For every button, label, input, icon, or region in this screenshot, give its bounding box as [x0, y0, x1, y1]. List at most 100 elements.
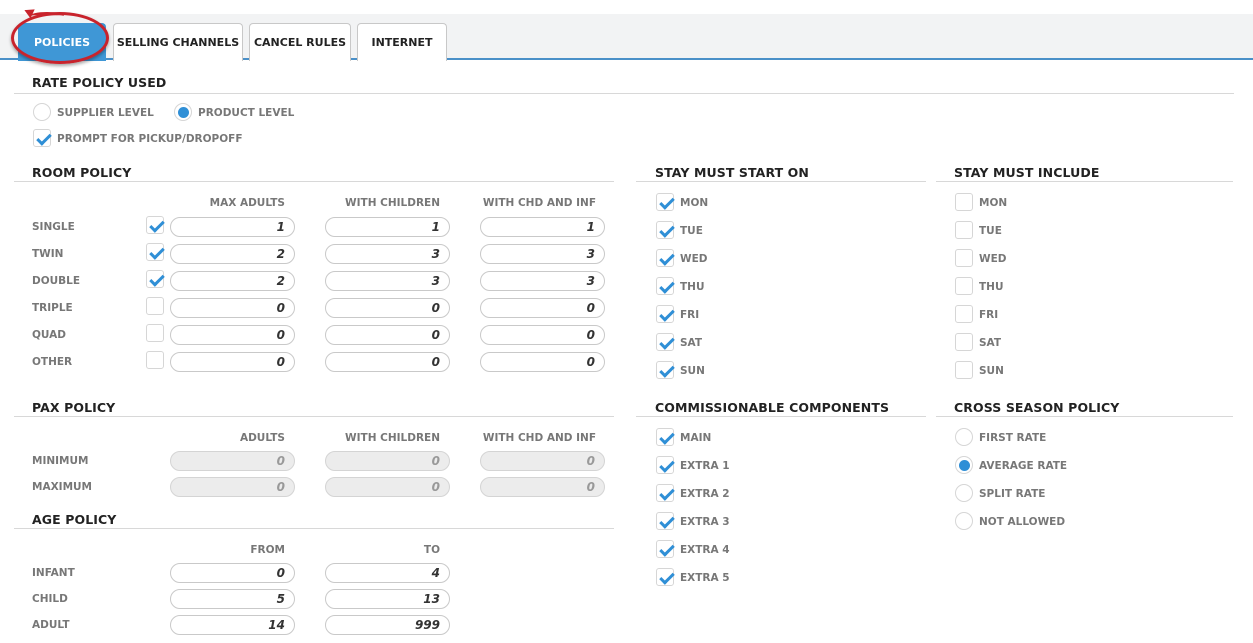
pax-maximum-input-2 [325, 477, 450, 497]
section-divider [14, 93, 1234, 94]
commissionable-checkbox-extra-3[interactable] [656, 512, 674, 530]
age-adult-input-from[interactable] [170, 615, 295, 635]
room-checkbox-twin[interactable] [146, 243, 164, 261]
stay-include-label-fri: FRI [979, 309, 999, 321]
room-checkbox-triple[interactable] [146, 297, 164, 315]
rate-policy-title: RATE POLICY USED [32, 75, 167, 90]
stay-start-checkbox-thu[interactable] [656, 277, 674, 295]
section-divider [14, 181, 614, 182]
cross-season-radio-first-rate[interactable] [955, 428, 973, 446]
cross-season-label-first-rate: FIRST RATE [979, 432, 1047, 444]
cross-season-radio-average-rate[interactable] [955, 456, 973, 474]
room-quad-input-1[interactable] [170, 325, 295, 345]
stay-start-label-fri: FRI [680, 309, 700, 321]
room-twin-input-1[interactable] [170, 244, 295, 264]
room-label-twin: TWIN [32, 248, 64, 260]
stay-start-title: STAY MUST START ON [655, 165, 809, 180]
stay-start-checkbox-wed[interactable] [656, 249, 674, 267]
age-infant-input-from[interactable] [170, 563, 295, 583]
room-triple-input-2[interactable] [325, 298, 450, 318]
stay-start-checkbox-tue[interactable] [656, 221, 674, 239]
age-infant-input-to[interactable] [325, 563, 450, 583]
commissionable-label-extra-5: EXTRA 5 [680, 572, 730, 584]
tab-policies[interactable]: POLICIES [18, 23, 106, 61]
room-double-input-3[interactable] [480, 271, 605, 291]
room-policy-title: ROOM POLICY [32, 165, 132, 180]
commissionable-checkbox-main[interactable] [656, 428, 674, 446]
stay-start-checkbox-sat[interactable] [656, 333, 674, 351]
age-label-adult: ADULT [32, 619, 70, 631]
section-divider [936, 181, 1233, 182]
room-twin-input-3[interactable] [480, 244, 605, 264]
room-checkbox-single[interactable] [146, 216, 164, 234]
room-twin-input-2[interactable] [325, 244, 450, 264]
stay-start-checkbox-mon[interactable] [656, 193, 674, 211]
commissionable-title: COMMISSIONABLE COMPONENTS [655, 400, 890, 415]
pax-header-adults: ADULTS [239, 432, 285, 444]
pax-label-maximum: MAXIMUM [32, 481, 93, 493]
stay-include-title: STAY MUST INCLUDE [954, 165, 1100, 180]
room-checkbox-other[interactable] [146, 351, 164, 369]
commissionable-label-extra-4: EXTRA 4 [680, 544, 730, 556]
cross-season-radio-split-rate[interactable] [955, 484, 973, 502]
room-header-max-adults: MAX ADULTS [209, 197, 285, 209]
stay-include-checkbox-wed[interactable] [955, 249, 973, 267]
age-label-child: CHILD [32, 593, 68, 605]
stay-include-checkbox-sun[interactable] [955, 361, 973, 379]
room-triple-input-1[interactable] [170, 298, 295, 318]
stay-include-label-thu: THU [979, 281, 1004, 293]
stay-include-label-wed: WED [979, 253, 1007, 265]
stay-include-checkbox-tue[interactable] [955, 221, 973, 239]
stay-start-checkbox-sun[interactable] [656, 361, 674, 379]
room-double-input-1[interactable] [170, 271, 295, 291]
room-other-input-3[interactable] [480, 352, 605, 372]
stay-start-label-sat: SAT [680, 337, 703, 349]
room-label-single: SINGLE [32, 221, 75, 233]
commissionable-checkbox-extra-4[interactable] [656, 540, 674, 558]
commissionable-checkbox-extra-5[interactable] [656, 568, 674, 586]
prompt-pickup-checkbox[interactable] [33, 129, 51, 147]
room-label-other: OTHER [32, 356, 73, 368]
product-level-radio[interactable] [174, 103, 192, 121]
stay-include-checkbox-sat[interactable] [955, 333, 973, 351]
cross-season-radio-not-allowed[interactable] [955, 512, 973, 530]
stay-include-checkbox-thu[interactable] [955, 277, 973, 295]
room-double-input-2[interactable] [325, 271, 450, 291]
commissionable-checkbox-extra-2[interactable] [656, 484, 674, 502]
stay-include-checkbox-mon[interactable] [955, 193, 973, 211]
room-other-input-2[interactable] [325, 352, 450, 372]
room-checkbox-quad[interactable] [146, 324, 164, 342]
tab-cancel-rules[interactable]: CANCEL RULES [249, 23, 351, 61]
room-quad-input-2[interactable] [325, 325, 450, 345]
pax-maximum-input-3 [480, 477, 605, 497]
room-single-input-1[interactable] [170, 217, 295, 237]
supplier-level-radio[interactable] [33, 103, 51, 121]
stay-start-label-thu: THU [680, 281, 705, 293]
room-single-input-2[interactable] [325, 217, 450, 237]
room-header-with-chd-inf: WITH CHD AND INF [482, 197, 596, 209]
tab-internet[interactable]: INTERNET [357, 23, 447, 61]
room-triple-input-3[interactable] [480, 298, 605, 318]
age-header-from: FROM [250, 544, 285, 556]
age-child-input-from[interactable] [170, 589, 295, 609]
stay-start-checkbox-fri[interactable] [656, 305, 674, 323]
stay-start-label-tue: TUE [680, 225, 703, 237]
stay-start-label-wed: WED [680, 253, 708, 265]
age-adult-input-to[interactable] [325, 615, 450, 635]
room-other-input-1[interactable] [170, 352, 295, 372]
pax-header-with-children: WITH CHILDREN [345, 432, 440, 444]
room-header-with-children: WITH CHILDREN [345, 197, 440, 209]
age-child-input-to[interactable] [325, 589, 450, 609]
pax-maximum-input-1 [170, 477, 295, 497]
commissionable-label-extra-3: EXTRA 3 [680, 516, 730, 528]
tab-selling-channels[interactable]: SELLING CHANNELS [113, 23, 243, 61]
stay-include-label-sat: SAT [979, 337, 1002, 349]
room-quad-input-3[interactable] [480, 325, 605, 345]
room-checkbox-double[interactable] [146, 270, 164, 288]
commissionable-label-extra-2: EXTRA 2 [680, 488, 730, 500]
stay-start-label-mon: MON [680, 197, 709, 209]
stay-include-checkbox-fri[interactable] [955, 305, 973, 323]
age-header-to: TO [423, 544, 440, 556]
room-single-input-3[interactable] [480, 217, 605, 237]
commissionable-checkbox-extra-1[interactable] [656, 456, 674, 474]
